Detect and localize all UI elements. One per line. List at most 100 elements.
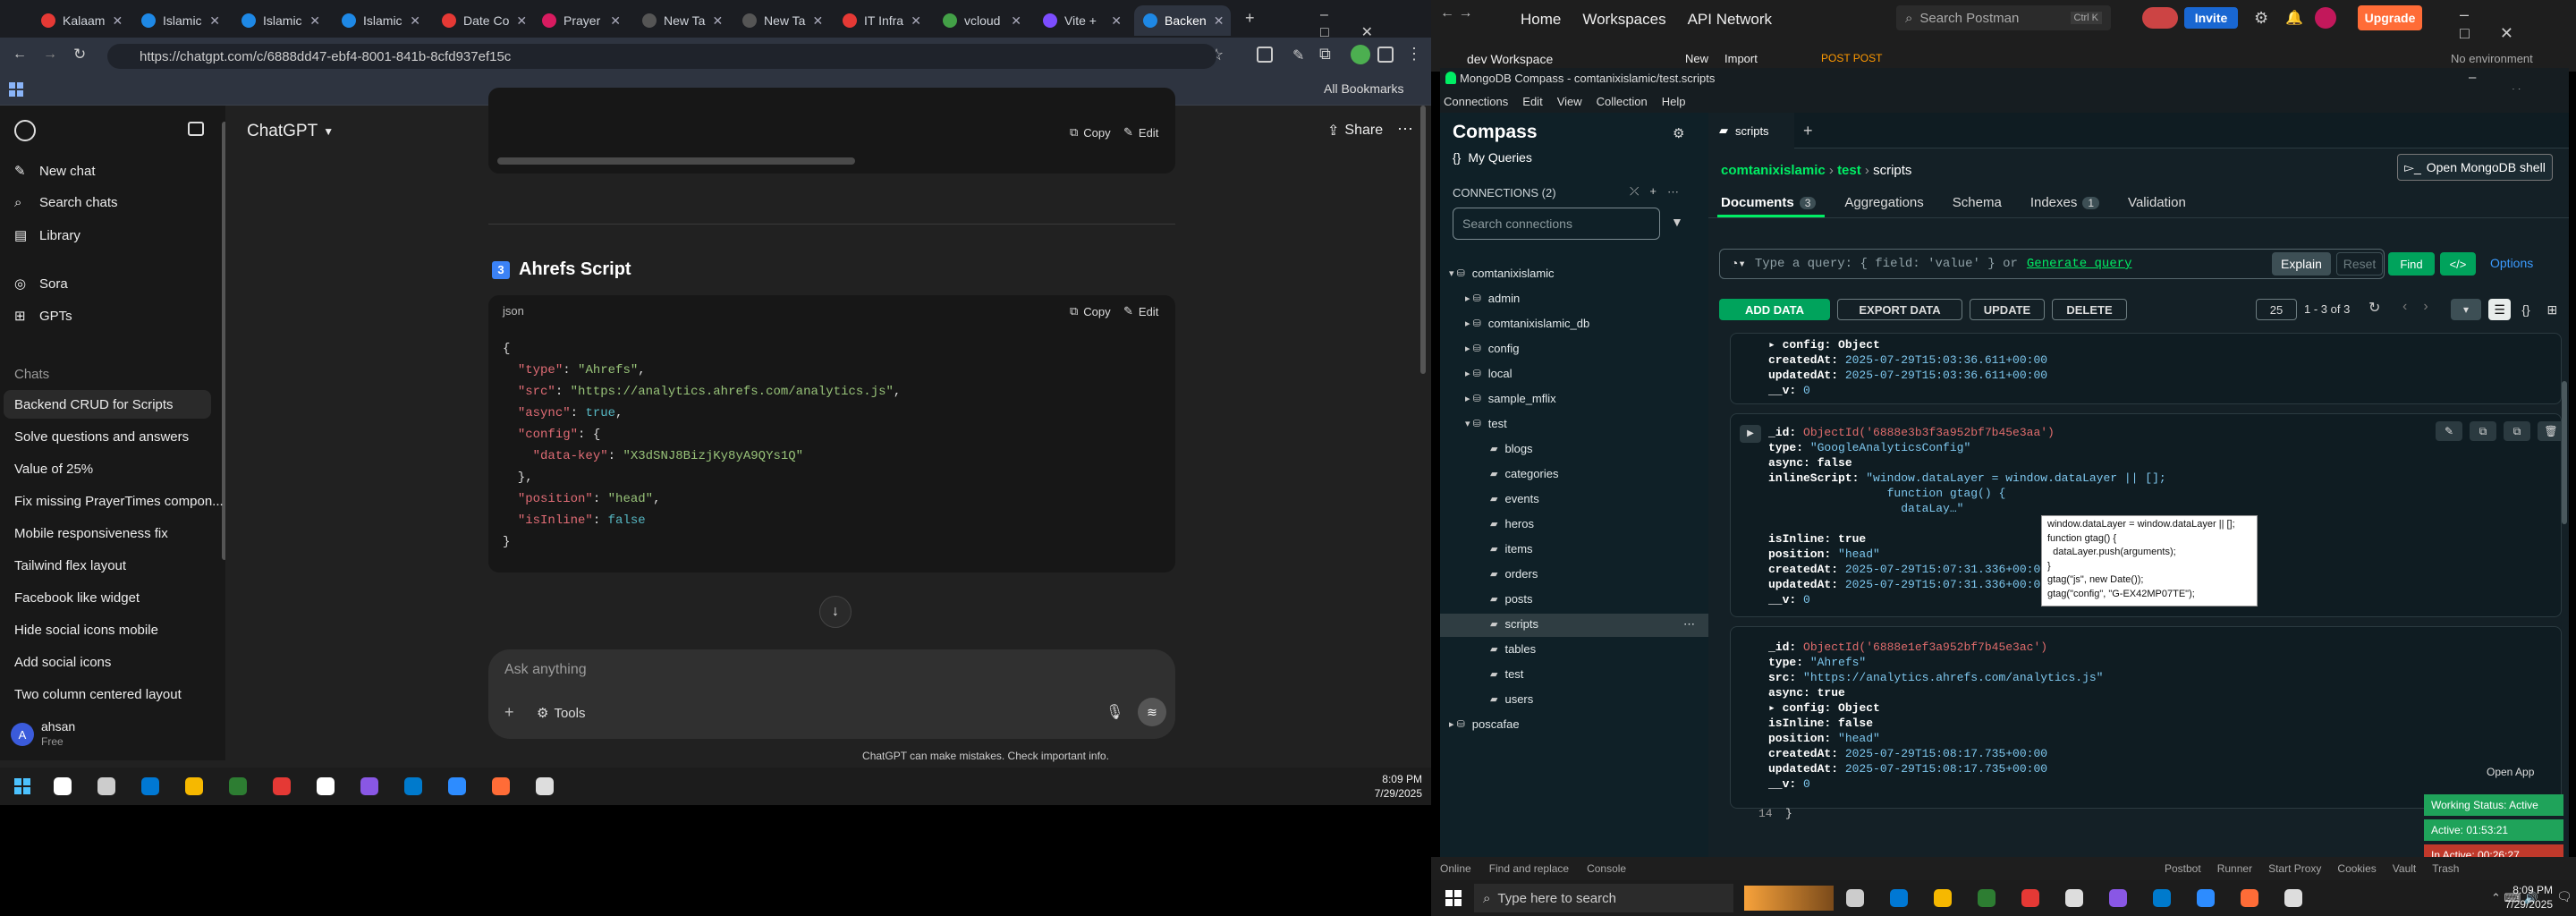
collection-item[interactable]: ▰ events — [1490, 492, 1539, 505]
code-toggle-icon[interactable]: </> — [2440, 252, 2476, 276]
close-tab-icon[interactable]: ✕ — [209, 13, 220, 29]
file-explorer-icon[interactable] — [185, 777, 203, 795]
browser-tab[interactable]: Islamic ✕ — [132, 5, 229, 36]
document-card-3[interactable]: _id: ObjectId('6888e1ef3a952bf7b45e3ac')… — [1730, 626, 2562, 809]
compass-app-icon[interactable] — [536, 777, 554, 795]
windows-start-icon[interactable] — [14, 778, 30, 794]
database-item[interactable]: ▸ ⛁ sample_mflix — [1465, 392, 1556, 405]
browser-tab[interactable]: New Ta ✕ — [633, 5, 730, 36]
chat-history-item[interactable]: Tailwind flex layout — [14, 558, 126, 573]
chat-history-item[interactable]: Two column centered layout — [14, 687, 182, 702]
task-view-icon[interactable] — [97, 777, 115, 795]
subtab-schema[interactable]: Schema — [1953, 195, 2002, 210]
collection-item[interactable]: ▰ users — [1490, 692, 1533, 706]
postman-nav-back-icon[interactable]: ← → — [1440, 5, 1472, 21]
settings-gear-icon[interactable]: ⚙ — [2254, 9, 2268, 28]
menu-collection[interactable]: Collection — [1597, 95, 1648, 108]
copy-button-1[interactable]: ⧉ Copy — [1070, 125, 1111, 140]
statusbar-item[interactable]: Start Proxy — [2268, 862, 2321, 875]
new-tab-icon[interactable]: + — [1245, 9, 1255, 28]
statusbar-item[interactable]: Runner — [2217, 862, 2252, 875]
collection-item[interactable]: ▰ items — [1490, 542, 1533, 556]
zoom-icon[interactable] — [448, 777, 466, 795]
postman-nav-item[interactable]: API Network — [1688, 11, 1772, 29]
search-icon[interactable] — [54, 777, 72, 795]
chat-history-item[interactable]: Hide social icons mobile — [14, 623, 158, 638]
file-explorer-icon[interactable] — [1934, 889, 1952, 907]
store-icon[interactable] — [1978, 889, 1996, 907]
chrome-menu-icon[interactable]: ⋮ — [1406, 45, 1422, 64]
environment-select[interactable]: No environment — [2451, 52, 2533, 65]
table-view-icon[interactable]: ⊞ — [2541, 299, 2563, 320]
browser-tab[interactable]: Vite + ✕ — [1034, 5, 1131, 36]
browser-tab[interactable]: Kalaam ✕ — [32, 5, 129, 36]
delete-button[interactable]: DELETE — [2052, 299, 2127, 320]
sidebar-item-search-chats[interactable]: ⌕ Search chats — [14, 195, 118, 210]
generate-query-link[interactable]: Generate query — [2027, 257, 2132, 271]
menu-help[interactable]: Help — [1662, 95, 1686, 108]
collection-item[interactable]: ▰ posts — [1490, 592, 1533, 606]
my-queries[interactable]: {} My Queries — [1453, 150, 1532, 165]
browser-tab[interactable]: Backen ✕ — [1134, 5, 1231, 36]
sidebar-toggle-icon[interactable] — [188, 122, 204, 136]
connection-item[interactable]: ▾ ⛁ comtanixislamic — [1449, 267, 1555, 280]
back-icon[interactable]: ← — [13, 47, 27, 63]
main-scrollbar[interactable] — [1420, 106, 1426, 374]
chat-history-item[interactable]: Fix missing PrayerTimes compon... — [14, 494, 224, 509]
tasks-icon[interactable] — [2065, 889, 2083, 907]
chat-history-item[interactable]: Value of 25% — [14, 462, 93, 477]
statusbar-item[interactable]: Cookies — [2337, 862, 2376, 875]
reset-button[interactable]: Reset — [2336, 252, 2383, 276]
compass-app-icon[interactable] — [2284, 889, 2302, 907]
statusbar-item[interactable]: Online — [1440, 862, 1471, 875]
request-tab[interactable]: POST POST — [1821, 52, 1882, 64]
all-bookmarks[interactable]: All Bookmarks — [1324, 81, 1403, 96]
plus-icon[interactable]: + — [504, 703, 514, 722]
statusbar-item[interactable]: Console — [1587, 862, 1626, 875]
chat-history-item[interactable]: Backend CRUD for Scripts — [14, 397, 174, 412]
close-tab-icon[interactable]: ✕ — [309, 13, 320, 29]
close-tab-icon[interactable]: ✕ — [1214, 13, 1224, 29]
browser-tab[interactable]: Date Co ✕ — [433, 5, 530, 36]
puzzle-icon[interactable]: ⧉ — [1319, 45, 1331, 64]
options-button[interactable]: Options — [2490, 256, 2533, 270]
github-icon[interactable] — [360, 777, 378, 795]
prompt-input[interactable]: Ask anything — [504, 662, 587, 678]
collection-item[interactable]: ▰ test — [1490, 667, 1523, 681]
store-icon[interactable] — [229, 777, 247, 795]
edge-icon[interactable] — [1890, 889, 1908, 907]
connection-actions-icon[interactable]: ⤫+⋯ — [1630, 184, 1690, 199]
browser-tab[interactable]: Islamic ✕ — [333, 5, 429, 36]
collection-item[interactable]: ▰ orders — [1490, 567, 1538, 581]
notification-icon[interactable]: 🗨 — [2556, 889, 2572, 904]
close-tab-icon[interactable]: ✕ — [712, 13, 723, 29]
collection-item[interactable]: ▰ categories — [1490, 467, 1558, 480]
postman-nav-item[interactable]: Workspaces — [1582, 11, 1665, 29]
documents-scrollbar[interactable] — [2562, 381, 2567, 524]
extension-icon[interactable] — [1257, 47, 1273, 63]
voice-mode-icon[interactable]: ≋ — [1138, 698, 1166, 726]
workspace-name[interactable]: dev Workspace — [1467, 52, 1553, 66]
refresh-icon[interactable]: ↻ — [2368, 299, 2380, 317]
browser-tab[interactable]: Islamic ✕ — [233, 5, 329, 36]
statusbar-item[interactable]: Postbot — [2165, 862, 2201, 875]
database-item[interactable]: ▸ ⛁ local — [1465, 367, 1513, 380]
page-nav-icons[interactable]: ‹› — [2402, 299, 2445, 315]
windows-start-icon[interactable] — [1445, 890, 1462, 906]
share-button[interactable]: ⇪ Share — [1327, 122, 1383, 140]
database-item[interactable]: ▸ ⛁ comtanixislamic_db — [1465, 317, 1589, 330]
chat-history-item[interactable]: Facebook like widget — [14, 590, 140, 606]
breadcrumb-db[interactable]: test — [1837, 163, 1861, 178]
find-button[interactable]: Find — [2388, 252, 2435, 276]
copy-button-2[interactable]: ⧉ Copy — [1070, 304, 1111, 318]
mic-icon[interactable]: 🎙 — [1106, 703, 1123, 721]
vscode-icon[interactable] — [404, 777, 422, 795]
statusbar-item[interactable]: Vault — [2393, 862, 2416, 875]
menu-connections[interactable]: Connections — [1444, 95, 1508, 108]
task-view-icon[interactable] — [1846, 889, 1864, 907]
collection-menu-icon[interactable]: ⋯ — [1683, 617, 1695, 632]
search-connections-input[interactable]: Search connections — [1453, 208, 1660, 240]
postman-nav-item[interactable]: Home — [1521, 11, 1561, 29]
collection-item[interactable]: ▰ blogs — [1490, 442, 1533, 455]
document-card-1[interactable]: ▸ config: Object createdAt: 2025-07-29T15… — [1730, 333, 2562, 404]
